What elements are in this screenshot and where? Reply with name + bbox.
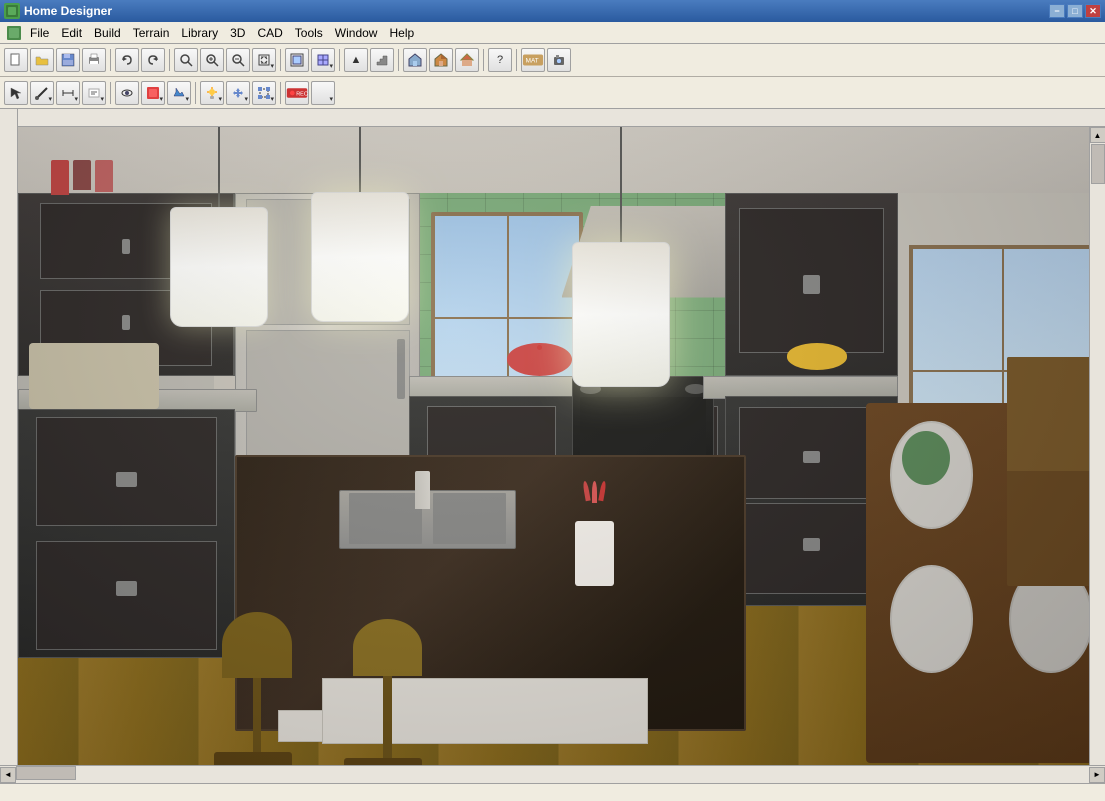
- sep-8: [110, 82, 111, 104]
- undo-button[interactable]: [115, 48, 139, 72]
- color-fill-button[interactable]: [167, 81, 191, 105]
- print-button[interactable]: [82, 48, 106, 72]
- text-button[interactable]: [82, 81, 106, 105]
- dining-chair: [1007, 357, 1094, 587]
- workspace-container: ▲ ▼ ◄ ►: [0, 109, 1105, 801]
- menu-file[interactable]: File: [24, 24, 55, 42]
- lighting-button[interactable]: [200, 81, 224, 105]
- flower-vase: [562, 521, 627, 652]
- sep-9: [195, 82, 196, 104]
- sep-2: [169, 49, 170, 71]
- scroll-up-button[interactable]: ▲: [1090, 127, 1105, 143]
- viewport-container: ▲ ▼: [18, 109, 1105, 765]
- scroll-track-right[interactable]: [1090, 143, 1105, 765]
- close-button[interactable]: ✕: [1085, 4, 1101, 18]
- sep-10: [280, 82, 281, 104]
- toolbar-2: REC: [0, 76, 1105, 108]
- menu-tools[interactable]: Tools: [289, 24, 329, 42]
- app-menu-icon: [4, 23, 24, 43]
- help-button[interactable]: ?: [488, 48, 512, 72]
- zoom-out-button[interactable]: [226, 48, 250, 72]
- material-button[interactable]: MAT: [521, 48, 545, 72]
- zoom-extent-button[interactable]: [252, 48, 276, 72]
- sep-5: [398, 49, 399, 71]
- minimize-button[interactable]: −: [1049, 4, 1065, 18]
- select-tool[interactable]: [4, 81, 28, 105]
- scroll-right-button[interactable]: ►: [1089, 767, 1105, 783]
- toolbar-row-1: ▲ ? MAT: [0, 44, 1105, 109]
- kitchen-3d-scene[interactable]: ▲ ▼: [18, 127, 1105, 765]
- sep-6: [483, 49, 484, 71]
- pendant-light-2: [311, 127, 409, 322]
- search-button[interactable]: [174, 48, 198, 72]
- bar-stool-2: [344, 619, 431, 765]
- camera3d-button[interactable]: [547, 48, 571, 72]
- open-button[interactable]: [30, 48, 54, 72]
- draw-wall-button[interactable]: [30, 81, 54, 105]
- title-bar: Home Designer − □ ✕: [0, 0, 1105, 22]
- save-button[interactable]: [56, 48, 80, 72]
- material-eye-button[interactable]: [115, 81, 139, 105]
- menu-edit[interactable]: Edit: [55, 24, 88, 42]
- menu-build[interactable]: Build: [88, 24, 127, 42]
- fruit-bowl-right: [779, 343, 855, 376]
- lower-cabinet-left: [18, 409, 235, 658]
- move-button[interactable]: [226, 81, 250, 105]
- sep-4: [339, 49, 340, 71]
- upper-decor: [51, 160, 113, 195]
- scroll-thumb-right[interactable]: [1091, 144, 1105, 184]
- roof-button[interactable]: [455, 48, 479, 72]
- svg-text:MAT: MAT: [526, 58, 539, 65]
- faucet: [415, 471, 430, 509]
- svg-text:REC: REC: [296, 91, 308, 97]
- workspace: ▲ ▼: [0, 109, 1105, 765]
- house-3d-button[interactable]: [429, 48, 453, 72]
- pendant-light-1: [170, 127, 268, 327]
- menu-bar: File Edit Build Terrain Library 3D CAD T…: [0, 22, 1105, 44]
- scroll-thumb-bottom[interactable]: [16, 766, 76, 780]
- counter-item-left: [29, 343, 159, 409]
- scrollbar-right[interactable]: ▲ ▼: [1089, 127, 1105, 765]
- stairs-button[interactable]: [370, 48, 394, 72]
- scroll-track-bottom[interactable]: [16, 766, 1089, 783]
- sep-7: [516, 49, 517, 71]
- menu-window[interactable]: Window: [329, 24, 384, 42]
- ruler-top: [18, 109, 1105, 127]
- arrow-up-button[interactable]: ▲: [344, 48, 368, 72]
- sep-3: [280, 49, 281, 71]
- zoom-in-button[interactable]: [200, 48, 224, 72]
- menu-terrain[interactable]: Terrain: [127, 24, 176, 42]
- dimension-button[interactable]: [56, 81, 80, 105]
- scroll-left-button[interactable]: ◄: [0, 767, 16, 783]
- bar-stool-1: [214, 612, 301, 765]
- status-bar: [0, 783, 1105, 801]
- window-controls[interactable]: − □ ✕: [1049, 4, 1101, 18]
- paint-button[interactable]: [141, 81, 165, 105]
- sep-1: [110, 49, 111, 71]
- view-button[interactable]: [311, 48, 335, 72]
- ruler-left: [0, 109, 18, 765]
- rec-options-button[interactable]: [311, 81, 335, 105]
- menu-help[interactable]: Help: [383, 24, 420, 42]
- menu-3d[interactable]: 3D: [224, 24, 251, 42]
- scrollbar-bottom[interactable]: ◄ ►: [0, 765, 1105, 783]
- maximize-button[interactable]: □: [1067, 4, 1083, 18]
- record-button[interactable]: REC: [285, 81, 309, 105]
- new-button[interactable]: [4, 48, 28, 72]
- toolbar-1: ▲ ? MAT: [0, 44, 1105, 76]
- menu-library[interactable]: Library: [175, 24, 224, 42]
- pendant-light-3: [572, 127, 670, 387]
- window-title: Home Designer: [24, 4, 1049, 18]
- menu-cad[interactable]: CAD: [251, 24, 288, 42]
- app-icon: [4, 3, 20, 19]
- redo-button[interactable]: [141, 48, 165, 72]
- house-2d-button[interactable]: [403, 48, 427, 72]
- transform-button[interactable]: [252, 81, 276, 105]
- fit-button[interactable]: [285, 48, 309, 72]
